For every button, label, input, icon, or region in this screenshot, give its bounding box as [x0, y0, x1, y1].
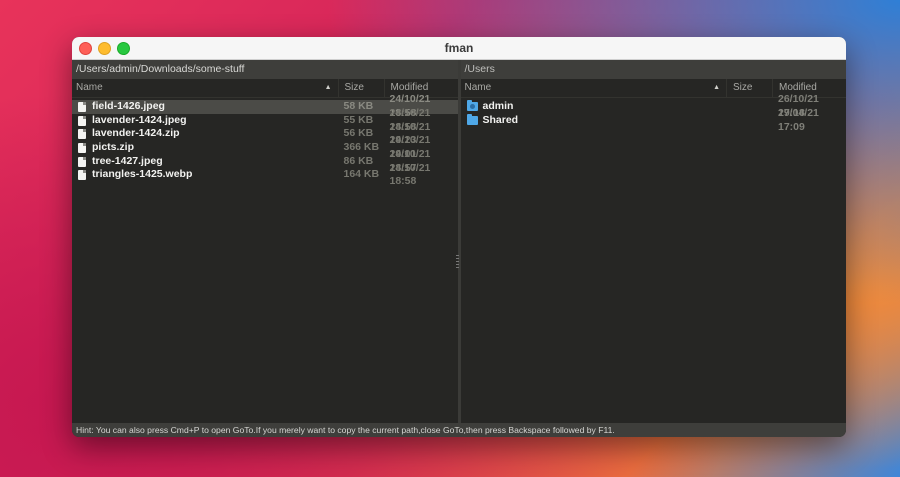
left-size-column-header[interactable]: Size — [337, 79, 384, 97]
sort-ascending-icon: ▲ — [713, 84, 720, 91]
right-name-column-header[interactable]: Name ▲ — [461, 79, 727, 97]
file-icon — [78, 170, 86, 181]
title-bar[interactable]: fman — [72, 37, 846, 60]
right-path-bar[interactable]: /Users — [460, 60, 846, 79]
file-name: lavender-1424.zip — [92, 127, 180, 140]
panes: /Users/admin/Downloads/some-stuff Name ▲… — [72, 60, 846, 423]
file-name: field-1426.jpeg — [92, 100, 165, 112]
file-name-cell: picts.zip — [72, 141, 338, 155]
folder-name-cell: admin — [461, 100, 727, 114]
folder-icon — [466, 114, 478, 126]
file-size: 55 KB — [343, 113, 374, 126]
file-icon — [78, 142, 86, 153]
folder-name: Shared — [482, 113, 519, 126]
file-name-cell: triangles-1425.webp — [72, 168, 338, 182]
right-pane[interactable]: /Users Name ▲ Size Modified admin 26/10/… — [460, 60, 847, 423]
pane-splitter-handle[interactable] — [456, 255, 459, 269]
file-icon — [78, 156, 86, 167]
status-bar-hint: Hint: You can also press Cmd+P to open G… — [72, 423, 846, 437]
file-name: tree-1427.jpeg — [92, 154, 163, 167]
file-name: picts.zip — [92, 141, 135, 154]
file-name-cell: tree-1427.jpeg — [72, 155, 338, 169]
file-icon — [78, 101, 86, 112]
sort-ascending-icon: ▲ — [324, 84, 332, 91]
left-name-column-header[interactable]: Name ▲ — [72, 79, 338, 97]
file-size: 164 KB — [343, 168, 380, 181]
right-file-list: admin 26/10/21 17:18 Shared 29/04/21 17:… — [461, 93, 847, 133]
folder-modified: 29/04/21 17:09 — [778, 106, 819, 133]
left-path-bar[interactable]: /Users/admin/Downloads/some-stuff — [72, 60, 458, 79]
file-icon — [78, 129, 86, 140]
file-name: lavender-1424.jpeg — [92, 113, 187, 126]
folder-name-cell: Shared — [461, 114, 727, 128]
folder-name: admin — [482, 100, 514, 112]
window-title: fman — [444, 41, 474, 55]
file-size: 56 KB — [343, 127, 374, 140]
file-row[interactable]: triangles-1425.webp 164 KB 24/10/21 18:5… — [72, 162, 458, 187]
file-name-cell: lavender-1424.jpeg — [72, 114, 338, 128]
right-name-header-label: Name — [464, 82, 492, 93]
right-size-column-header[interactable]: Size — [726, 79, 772, 97]
file-modified: 24/10/21 18:58 — [389, 161, 431, 188]
file-size: 366 KB — [343, 141, 380, 154]
file-name-cell: field-1426.jpeg — [72, 100, 338, 114]
file-name: triangles-1425.webp — [92, 168, 193, 181]
left-pane[interactable]: /Users/admin/Downloads/some-stuff Name ▲… — [72, 60, 461, 423]
left-name-header-label: Name — [76, 82, 103, 93]
user-folder-icon — [466, 100, 478, 112]
file-name-cell: lavender-1424.zip — [72, 127, 338, 141]
file-size: 58 KB — [343, 100, 374, 112]
folder-row[interactable]: Shared 29/04/21 17:09 — [461, 107, 847, 133]
file-size: 86 KB — [343, 154, 374, 167]
file-icon — [78, 115, 86, 126]
left-file-list: field-1426.jpeg 58 KB 24/10/21 18:58 lav… — [72, 93, 458, 187]
fman-window: fman /Users/admin/Downloads/some-stuff N… — [72, 37, 846, 437]
